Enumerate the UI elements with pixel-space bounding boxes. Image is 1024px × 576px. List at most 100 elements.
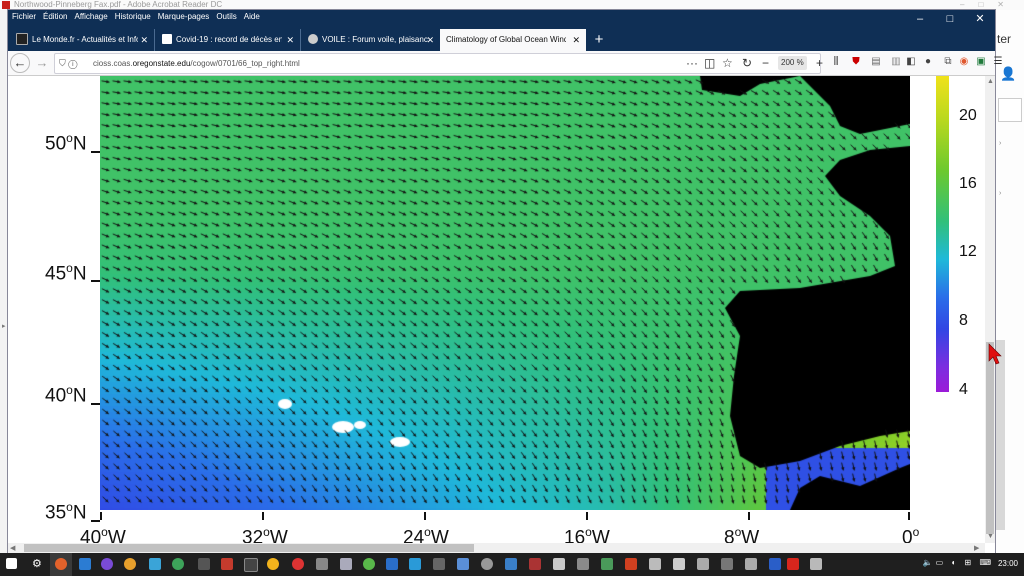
app-taskbar-icon[interactable] (769, 558, 781, 570)
menu-item-marque-pages[interactable]: Marque-pages (158, 12, 210, 21)
app-taskbar-icon[interactable] (553, 558, 565, 570)
close-tab-icon[interactable]: ✕ (426, 29, 434, 51)
scroll-down-icon[interactable]: ▼ (987, 533, 994, 540)
horizontal-scrollbar[interactable]: ◀ ▶ (8, 543, 985, 553)
expand-arrow-icon[interactable]: ▸ (2, 322, 6, 330)
app-taskbar-icon[interactable] (198, 558, 210, 570)
app-taskbar-icon[interactable] (673, 558, 685, 570)
windows-start-icon[interactable] (6, 558, 17, 569)
menu-hamburger-icon[interactable]: ☰ (992, 56, 1004, 68)
settings-icon[interactable]: ⚙ (32, 557, 42, 570)
reload-icon[interactable]: ↻ (742, 51, 752, 75)
library-icon[interactable]: ⫼ (830, 56, 842, 68)
chrome-taskbar-icon[interactable] (124, 558, 136, 570)
app-taskbar-icon[interactable] (601, 558, 613, 570)
menu-item-affichage[interactable]: Affichage (74, 12, 107, 21)
scroll-right-icon[interactable]: ▶ (974, 544, 979, 552)
menu-item-historique[interactable]: Historique (115, 12, 151, 21)
tab-climatology[interactable]: Climatology of Global Ocean Winds ✕ (440, 29, 586, 51)
lon-tick (748, 512, 750, 520)
close-tab-icon[interactable]: ✕ (140, 29, 148, 51)
app-taskbar-icon[interactable] (386, 558, 398, 570)
outlook-taskbar-icon[interactable] (79, 558, 91, 570)
explorer-taskbar-icon[interactable] (149, 558, 161, 570)
app-taskbar-icon[interactable] (505, 558, 517, 570)
app-taskbar-icon[interactable] (625, 558, 637, 570)
app-taskbar-icon[interactable] (745, 558, 757, 570)
scroll-left-icon[interactable]: ◀ (10, 544, 15, 552)
lon-label-40w: 40oW (80, 525, 126, 543)
taskbar-clock: 23:00 (997, 559, 1018, 568)
app-taskbar-icon[interactable] (101, 558, 113, 570)
acrobat-taskbar-icon[interactable] (787, 558, 799, 570)
zoom-out-button[interactable]: − (762, 51, 769, 75)
app-taskbar-icon[interactable] (457, 558, 469, 570)
app-taskbar-icon[interactable] (267, 558, 279, 570)
account-icon[interactable]: ● (922, 56, 934, 68)
chevron-right-icon[interactable]: › (999, 140, 1001, 147)
wind-vector-map (100, 76, 910, 510)
zoom-in-button[interactable]: + (816, 51, 823, 75)
acrobat-panel-box[interactable] (998, 98, 1022, 122)
app-taskbar-icon[interactable] (481, 558, 493, 570)
close-tab-icon[interactable]: ✕ (572, 29, 580, 51)
new-tab-button[interactable]: + (588, 29, 610, 51)
vertical-scrollbar[interactable]: ▲ ▼ (985, 76, 995, 543)
app-taskbar-icon[interactable] (649, 558, 661, 570)
app-taskbar-icon[interactable] (577, 558, 589, 570)
tab-covid[interactable]: Covid-19 : record de décès en ✕ (154, 29, 301, 51)
url-text: cioss.coas.oregonstate.edu/cogow/0701/66… (93, 54, 300, 73)
app-taskbar-icon[interactable] (409, 558, 421, 570)
acrobat-scrollbar-thumb[interactable] (995, 340, 1005, 530)
screenshot-icon[interactable]: ⧉ (942, 56, 954, 68)
app-taskbar-icon[interactable] (721, 558, 733, 570)
pocket-icon[interactable]: ◫ (704, 51, 715, 75)
menu-item-aide[interactable]: Aide (244, 12, 260, 21)
close-tab-icon[interactable]: ✕ (286, 29, 294, 51)
minimize-icon[interactable]: – (905, 10, 935, 29)
lon-tick (100, 512, 102, 520)
app-taskbar-icon[interactable] (316, 558, 328, 570)
ublock-icon[interactable]: ⛊ (850, 56, 862, 68)
system-tray-icons[interactable]: 🔈▭ ◐ ⊞ ⌨ (923, 558, 994, 567)
app-taskbar-icon[interactable] (244, 558, 258, 572)
app-taskbar-icon[interactable] (172, 558, 184, 570)
page-actions-icon[interactable]: ··· (686, 51, 698, 75)
app-taskbar-icon[interactable] (221, 558, 233, 570)
firefox-extension-icon[interactable]: ◉ (958, 56, 970, 68)
add-user-icon[interactable]: 👤 (1000, 66, 1016, 81)
reader-icon[interactable]: ▤ (870, 56, 882, 68)
tab-voile[interactable]: VOILE : Forum voile, plaisance ✕ (300, 29, 440, 51)
menu-item-outils[interactable]: Outils (216, 12, 236, 21)
menu-item-fichier[interactable]: Fichier (12, 12, 36, 21)
app-taskbar-icon[interactable] (292, 558, 304, 570)
app-taskbar-icon[interactable] (363, 558, 375, 570)
close-icon[interactable]: ✕ (965, 10, 995, 29)
zoom-level[interactable]: 200 % (778, 56, 807, 70)
acrobat-window-controls[interactable]: –□✕ (960, 0, 1018, 10)
horizontal-scrollbar-thumb[interactable] (24, 544, 474, 552)
chevron-right-icon[interactable]: › (999, 190, 1001, 197)
bookmark-star-icon[interactable]: ☆ (722, 51, 733, 75)
app-taskbar-icon[interactable] (433, 558, 445, 570)
back-button[interactable]: ← (10, 53, 30, 73)
lon-label-24w: 24oW (403, 525, 449, 543)
firefox-taskbar-icon[interactable] (55, 558, 67, 570)
vertical-scrollbar-thumb[interactable] (986, 342, 994, 534)
shield-icon[interactable]: ⛉ ⓘ (59, 54, 77, 73)
sidebar-icon[interactable]: ◧ (905, 56, 917, 68)
scroll-up-icon[interactable]: ▲ (987, 78, 994, 85)
menu-bar: Fichier Édition Affichage Historique Mar… (8, 10, 995, 29)
acrobat-left-panel: ▸ (0, 10, 8, 553)
menu-item-edition[interactable]: Édition (43, 12, 67, 21)
app-taskbar-icon[interactable] (810, 558, 822, 570)
extension-icon[interactable]: ▥ (890, 56, 902, 68)
app-taskbar-icon[interactable] (529, 558, 541, 570)
maximize-icon[interactable]: □ (935, 10, 965, 29)
app-taskbar-icon[interactable] (697, 558, 709, 570)
mouse-cursor-icon (988, 343, 1002, 365)
app-taskbar-icon[interactable] (340, 558, 352, 570)
tab-le-monde[interactable]: Le Monde.fr - Actualités et Info ✕ (8, 29, 155, 51)
forward-button[interactable]: → (32, 53, 52, 73)
excel-icon[interactable]: ▣ (975, 56, 987, 68)
